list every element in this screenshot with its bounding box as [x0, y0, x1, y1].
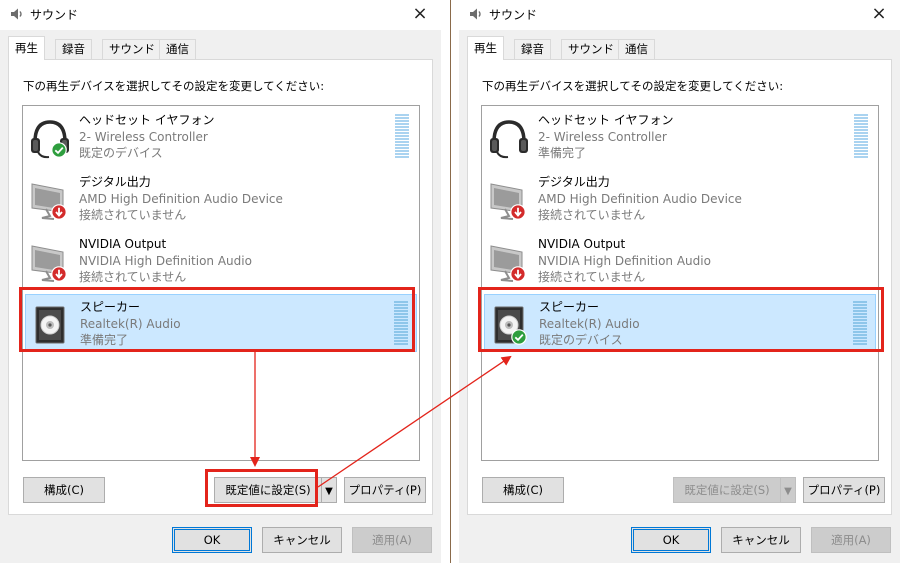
device-digital-output[interactable]: デジタル出力 AMD High Definition Audio Device … [25, 170, 417, 228]
device-name: デジタル出力 [79, 175, 151, 189]
set-default-button[interactable]: 既定値に設定(S) [673, 477, 781, 503]
device-status: 接続されていません [538, 270, 646, 284]
close-icon[interactable]: × [866, 2, 892, 26]
speaker-icon [30, 303, 72, 347]
chevron-down-icon: ▼ [784, 486, 792, 497]
device-speaker[interactable]: スピーカー Realtek(R) Audio 準備完了 [25, 294, 417, 352]
device-status: 既定のデバイス [539, 333, 623, 347]
device-name: NVIDIA Output [79, 237, 167, 251]
speaker-icon [489, 303, 531, 347]
device-status: 準備完了 [538, 146, 587, 160]
set-default-dropdown[interactable]: ▼ [781, 477, 796, 503]
configure-button[interactable]: 構成(C) [482, 477, 564, 503]
volume-meter [394, 301, 408, 345]
monitor-icon [29, 240, 71, 284]
title-bar: サウンド × [459, 0, 900, 30]
red-down-arrow-icon [51, 266, 67, 282]
device-description: 2- Wireless Controller [538, 129, 667, 144]
device-list[interactable]: ヘッドセット イヤフォン 2- Wireless Controller 既定のデ… [22, 105, 420, 461]
device-speaker[interactable]: スピーカー Realtek(R) Audio 既定のデバイス [484, 294, 876, 352]
device-status: 接続されていません [79, 208, 187, 222]
properties-button[interactable]: プロパティ(P) [344, 477, 426, 503]
device-description: Realtek(R) Audio [80, 316, 181, 331]
device-description: 2- Wireless Controller [79, 129, 208, 144]
properties-button[interactable]: プロパティ(P) [803, 477, 885, 503]
volume-meter [854, 114, 868, 158]
sound-dialog-after: サウンド × 再生 録音 サウンド 通信 下の再生デバイスを選択してその設定を変… [459, 0, 900, 563]
playback-panel: 下の再生デバイスを選択してその設定を変更してください: ヘッドセット イヤフォン… [467, 59, 892, 515]
divider [450, 0, 451, 563]
cancel-button[interactable]: キャンセル [262, 527, 342, 553]
device-nvidia-output[interactable]: NVIDIA Output NVIDIA High Definition Aud… [25, 232, 417, 290]
cancel-button[interactable]: キャンセル [721, 527, 801, 553]
tab-communications[interactable]: 通信 [159, 39, 196, 59]
configure-button[interactable]: 構成(C) [23, 477, 105, 503]
red-down-arrow-icon [51, 204, 67, 220]
tab-playback[interactable]: 再生 [8, 36, 45, 60]
window-title: サウンド [30, 8, 79, 22]
device-description: Realtek(R) Audio [539, 316, 640, 331]
tab-sounds[interactable]: サウンド [102, 39, 162, 59]
device-headset[interactable]: ヘッドセット イヤフォン 2- Wireless Controller 既定のデ… [25, 108, 417, 166]
device-name: スピーカー [539, 300, 600, 314]
device-status: 接続されていません [538, 208, 646, 222]
tab-playback[interactable]: 再生 [467, 36, 504, 60]
device-name: ヘッドセット イヤフォン [79, 113, 215, 127]
device-status: 既定のデバイス [79, 146, 163, 160]
speaker-app-icon [9, 6, 25, 22]
device-name: スピーカー [80, 300, 141, 314]
device-name: ヘッドセット イヤフォン [538, 113, 674, 127]
device-nvidia-output[interactable]: NVIDIA Output NVIDIA High Definition Aud… [484, 232, 876, 290]
ok-button[interactable]: OK [631, 527, 711, 553]
monitor-icon [488, 240, 530, 284]
tab-recording[interactable]: 録音 [514, 39, 551, 59]
chevron-down-icon: ▼ [325, 486, 333, 497]
red-down-arrow-icon [510, 266, 526, 282]
monitor-icon [29, 178, 71, 222]
set-default-dropdown[interactable]: ▼ [322, 477, 337, 503]
device-description: NVIDIA High Definition Audio [79, 253, 252, 268]
speaker-app-icon [468, 6, 484, 22]
device-description: NVIDIA High Definition Audio [538, 253, 711, 268]
apply-button[interactable]: 適用(A) [352, 527, 432, 553]
device-list[interactable]: ヘッドセット イヤフォン 2- Wireless Controller 準備完了… [481, 105, 879, 461]
headset-icon [488, 116, 530, 160]
sound-dialog-before: サウンド × 再生 録音 サウンド 通信 下の再生デバイスを選択してその設定を変… [0, 0, 441, 563]
set-default-button[interactable]: 既定値に設定(S) [214, 477, 322, 503]
volume-meter [395, 114, 409, 158]
red-down-arrow-icon [510, 204, 526, 220]
green-check-icon [511, 329, 527, 345]
device-headset[interactable]: ヘッドセット イヤフォン 2- Wireless Controller 準備完了 [484, 108, 876, 166]
device-digital-output[interactable]: デジタル出力 AMD High Definition Audio Device … [484, 170, 876, 228]
device-description: AMD High Definition Audio Device [538, 191, 742, 206]
device-name: デジタル出力 [538, 175, 610, 189]
device-name: NVIDIA Output [538, 237, 626, 251]
tab-recording[interactable]: 録音 [55, 39, 92, 59]
volume-meter [853, 301, 867, 345]
instruction-text: 下の再生デバイスを選択してその設定を変更してください: [23, 79, 325, 93]
green-check-icon [51, 142, 67, 158]
device-status: 準備完了 [80, 333, 129, 347]
instruction-text: 下の再生デバイスを選択してその設定を変更してください: [482, 79, 784, 93]
title-bar: サウンド × [0, 0, 441, 30]
ok-button[interactable]: OK [172, 527, 252, 553]
device-status: 接続されていません [79, 270, 187, 284]
window-title: サウンド [489, 8, 538, 22]
monitor-icon [488, 178, 530, 222]
device-description: AMD High Definition Audio Device [79, 191, 283, 206]
apply-button[interactable]: 適用(A) [811, 527, 891, 553]
tab-sounds[interactable]: サウンド [561, 39, 621, 59]
playback-panel: 下の再生デバイスを選択してその設定を変更してください: ヘッドセット イヤフォン… [8, 59, 433, 515]
close-icon[interactable]: × [407, 2, 433, 26]
headset-icon [29, 116, 71, 160]
tab-communications[interactable]: 通信 [618, 39, 655, 59]
